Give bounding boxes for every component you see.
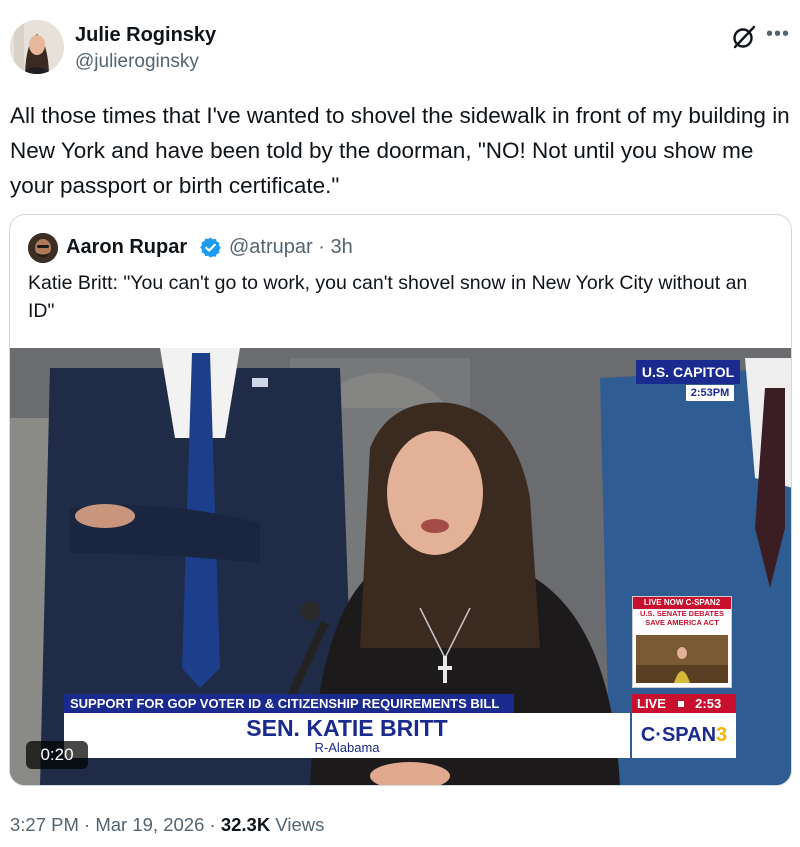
quoted-avatar-portrait	[28, 233, 58, 263]
location-label: U.S. CAPITOL	[636, 360, 740, 384]
avatar-portrait	[10, 20, 64, 74]
author-handle[interactable]: @julieroginsky	[75, 51, 199, 73]
inset-header: LIVE NOW C-SPAN2	[633, 597, 731, 609]
speaker-nameplate: SEN. KATIE BRITT R-Alabama	[64, 713, 630, 758]
author-avatar[interactable]	[10, 20, 64, 74]
network-number: 3	[716, 724, 728, 746]
verified-badge-icon	[200, 237, 221, 258]
network-text: C·SPAN	[640, 724, 717, 746]
live-label: LIVE	[637, 696, 666, 711]
live-inset: LIVE NOW C-SPAN2 U.S. SENATE DEBATES SAV…	[632, 596, 732, 688]
live-dot-icon	[677, 700, 684, 707]
inset-line-2: SAVE AMERICA ACT	[645, 618, 719, 627]
inset-line-1: U.S. SENATE DEBATES	[640, 609, 724, 618]
inset-thumbnail	[636, 635, 728, 683]
views-label: Views	[275, 814, 325, 835]
author-name[interactable]: Julie Roginsky	[75, 24, 216, 47]
quoted-author-avatar	[28, 233, 58, 263]
video-duration: 0:20	[26, 741, 88, 769]
meta-separator: ·	[209, 814, 216, 835]
speaker-name: SEN. KATIE BRITT	[246, 715, 448, 741]
quoted-author-name: Aaron Rupar	[66, 236, 188, 258]
network-logo: C·SPAN3	[632, 713, 736, 758]
location-time: 2:53PM	[686, 385, 734, 401]
tweet-text: All those times that I've wanted to shov…	[10, 103, 790, 198]
video-player[interactable]: U.S. CAPITOL 2:53PM LIVE NOW C-SPAN2 U.S…	[10, 348, 791, 785]
tweet-time[interactable]: 3:27 PM	[10, 814, 79, 835]
meta-separator: ·	[84, 814, 91, 835]
more-icon[interactable]: •••	[766, 24, 790, 44]
quoted-tweet-text: Katie Britt: "You can't go to work, you …	[28, 272, 748, 322]
tweet-meta: 3:27 PM · Mar 19, 2026 · 32.3K Views	[10, 814, 324, 836]
live-indicator: LIVE 2:53	[632, 694, 736, 713]
grok-icon[interactable]	[731, 24, 757, 50]
tweet-date[interactable]: Mar 19, 2026	[95, 814, 204, 835]
live-time: 2:53	[695, 696, 722, 711]
views-count[interactable]: 32.3K	[221, 814, 270, 835]
lower-third-banner: SUPPORT FOR GOP VOTER ID & CITIZENSHIP R…	[64, 694, 514, 713]
inset-thumbnail-image	[636, 635, 728, 683]
quoted-tweet-card[interactable]: Aaron Rupar @atrupar · 3h Katie Britt: "…	[9, 214, 792, 786]
speaker-party: R-Alabama	[314, 740, 380, 755]
quoted-author-handle: @atrupar · 3h	[229, 236, 353, 258]
